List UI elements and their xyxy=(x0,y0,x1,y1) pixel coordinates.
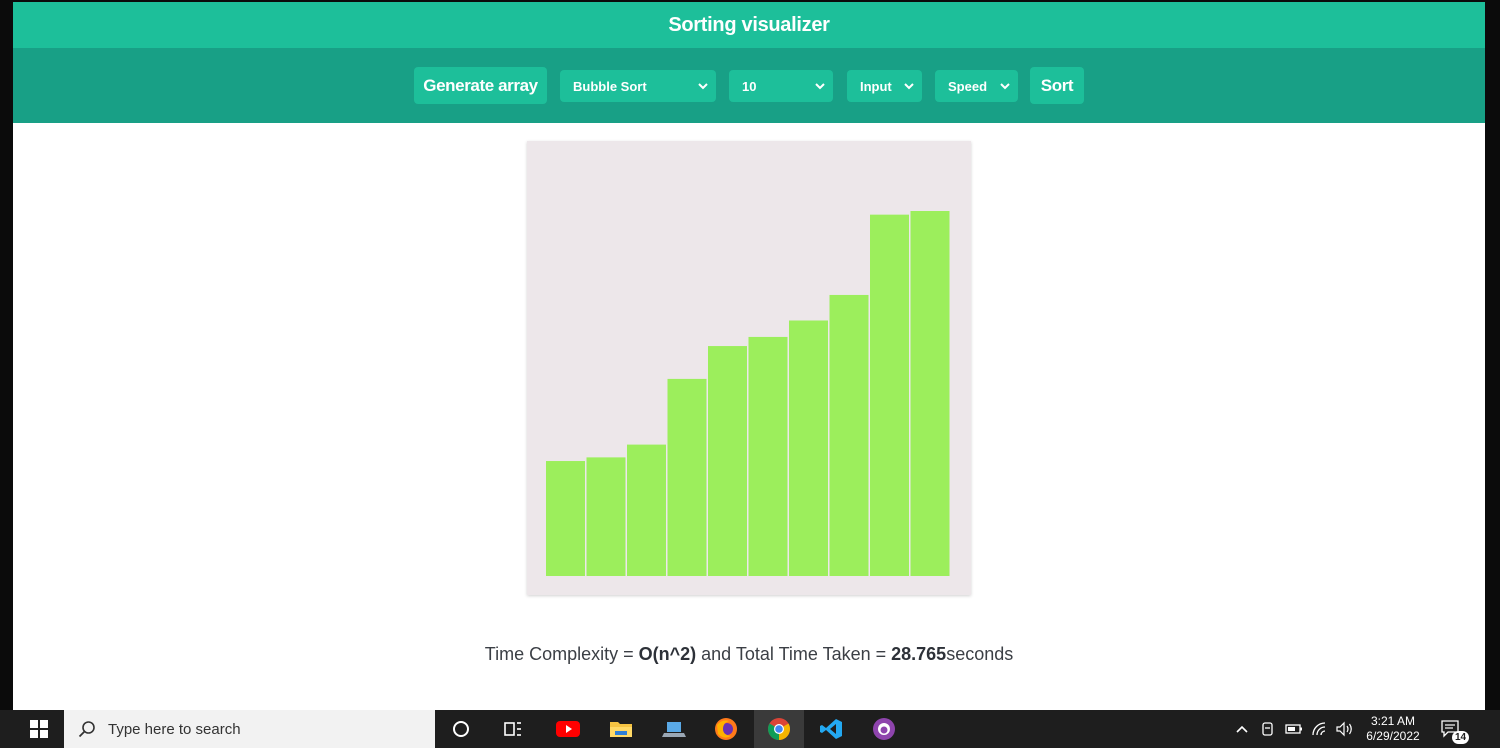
toolbar: Generate array Bubble Sort 10 Input Spee… xyxy=(13,48,1485,123)
volume-icon xyxy=(1336,721,1352,737)
youtube-icon xyxy=(556,721,580,737)
tray-battery[interactable] xyxy=(1282,710,1306,748)
array-bar-2 xyxy=(586,457,626,576)
chevron-down-icon xyxy=(904,83,914,90)
result-middle: and Total Time Taken = xyxy=(696,644,892,664)
app-title: Sorting visualizer xyxy=(13,2,1485,48)
taskbar-chrome[interactable] xyxy=(754,710,804,748)
time-complexity-value: O(n^2) xyxy=(638,644,697,664)
chrome-icon xyxy=(768,718,790,740)
battery-icon xyxy=(1285,724,1302,734)
array-visualization-panel xyxy=(527,141,971,595)
bar-chart xyxy=(546,211,950,576)
clock-date: 6/29/2022 xyxy=(1366,729,1420,743)
task-view-button[interactable] xyxy=(494,710,532,748)
result-suffix: seconds xyxy=(946,644,1014,664)
tray-meet-now[interactable] xyxy=(1256,710,1280,748)
array-bar-5 xyxy=(708,346,747,576)
laptop-icon xyxy=(662,722,686,737)
vscode-icon xyxy=(820,719,842,739)
show-hidden-icons-button[interactable] xyxy=(1231,710,1253,748)
sort-button[interactable]: Sort xyxy=(1030,67,1084,104)
input-select[interactable]: Input xyxy=(847,70,922,102)
chevron-down-icon xyxy=(815,83,825,90)
algorithm-select[interactable]: Bubble Sort xyxy=(560,70,716,102)
tray-wifi[interactable] xyxy=(1308,710,1332,748)
windows-taskbar: Type here to search 3:21 AM 6/29/2022 14 xyxy=(0,710,1500,748)
speed-select-value: Speed xyxy=(948,78,988,94)
taskbar-file-explorer[interactable] xyxy=(602,710,640,748)
task-view-icon xyxy=(504,722,521,736)
array-bar-4 xyxy=(667,378,707,576)
cortana-button[interactable] xyxy=(442,710,480,748)
github-icon xyxy=(873,718,895,740)
windows-logo-icon xyxy=(30,720,48,738)
array-size-select[interactable]: 10 xyxy=(729,70,833,102)
chevron-down-icon xyxy=(698,83,708,90)
array-bar-9 xyxy=(870,214,909,576)
notification-center-button[interactable]: 14 xyxy=(1434,710,1470,748)
taskbar-youtube[interactable] xyxy=(549,710,587,748)
clock-time: 3:21 AM xyxy=(1370,714,1416,728)
speed-select[interactable]: Speed xyxy=(935,70,1018,102)
start-button[interactable] xyxy=(18,710,60,748)
array-bar-1 xyxy=(546,461,585,576)
meet-now-icon xyxy=(1262,722,1273,736)
cortana-circle-icon xyxy=(453,721,469,737)
array-size-select-value: 10 xyxy=(742,78,757,94)
browser-viewport: Sorting visualizer Generate array Bubble… xyxy=(13,2,1485,710)
search-placeholder: Type here to search xyxy=(108,720,241,738)
taskbar-github-desktop[interactable] xyxy=(865,710,903,748)
array-bar-3 xyxy=(627,444,666,576)
tray-volume[interactable] xyxy=(1333,710,1357,748)
taskbar-firefox[interactable] xyxy=(707,710,745,748)
array-bar-6 xyxy=(748,336,788,576)
firefox-icon xyxy=(715,718,737,740)
taskbar-clock[interactable]: 3:21 AM 6/29/2022 xyxy=(1360,710,1426,748)
array-bar-8 xyxy=(829,294,869,576)
array-bar-7 xyxy=(789,320,828,576)
algorithm-select-value: Bubble Sort xyxy=(573,78,647,94)
search-icon xyxy=(78,721,95,738)
array-bar-10 xyxy=(910,211,950,576)
input-select-value: Input xyxy=(860,78,892,94)
chevron-up-icon xyxy=(1236,725,1248,733)
taskbar-computer-app[interactable] xyxy=(655,710,693,748)
folder-icon xyxy=(610,722,632,737)
taskbar-search-box[interactable]: Type here to search xyxy=(64,710,435,748)
chevron-down-icon xyxy=(1000,83,1010,90)
result-prefix: Time Complexity = xyxy=(484,644,639,664)
notification-count-badge: 14 xyxy=(1452,731,1470,744)
wifi-icon xyxy=(1312,722,1326,736)
taskbar-vscode[interactable] xyxy=(812,710,850,748)
total-time-value: 28.765 xyxy=(891,644,947,664)
generate-array-button[interactable]: Generate array xyxy=(414,67,547,104)
result-text: Time Complexity = O(n^2) and Total Time … xyxy=(13,644,1485,665)
